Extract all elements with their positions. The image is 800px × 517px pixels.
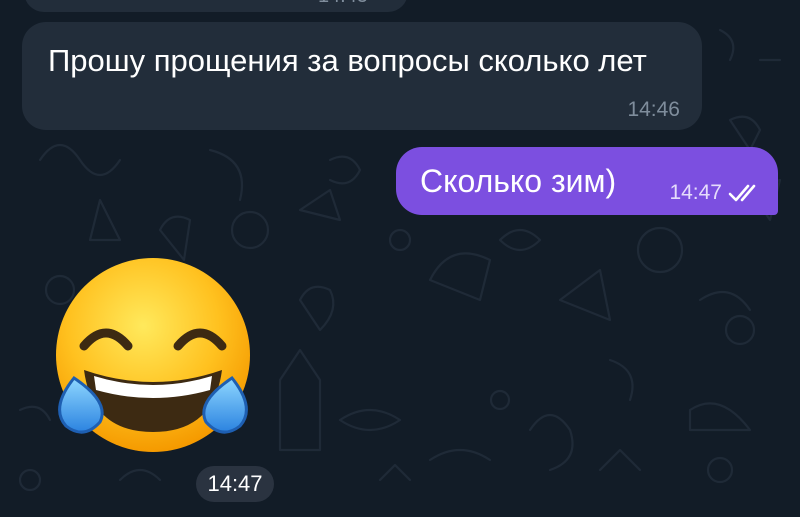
incoming-message-bubble[interactable]: Прошу прощения за вопросы сколько лет 14… bbox=[22, 22, 702, 130]
message-text: Прошу прощения за вопросы сколько лет bbox=[48, 43, 647, 78]
message-time: 14:47 bbox=[669, 181, 722, 204]
message-meta: 14:47 bbox=[669, 181, 764, 205]
sticker-time-badge: 14:47 bbox=[196, 466, 274, 502]
double-check-icon bbox=[728, 184, 756, 202]
outgoing-message-bubble[interactable]: Сколько зим) 14:47 bbox=[396, 147, 778, 215]
message-time: 14:46 bbox=[627, 98, 680, 121]
previous-message-bubble[interactable]: 14:45 bbox=[24, 0, 408, 12]
message-time: 14:45 bbox=[318, 0, 368, 8]
face-with-tears-of-joy-icon[interactable] bbox=[38, 258, 268, 454]
message-text: Сколько зим) bbox=[420, 163, 617, 199]
chat-area: 14:45 Прошу прощения за вопросы сколько … bbox=[0, 0, 800, 517]
